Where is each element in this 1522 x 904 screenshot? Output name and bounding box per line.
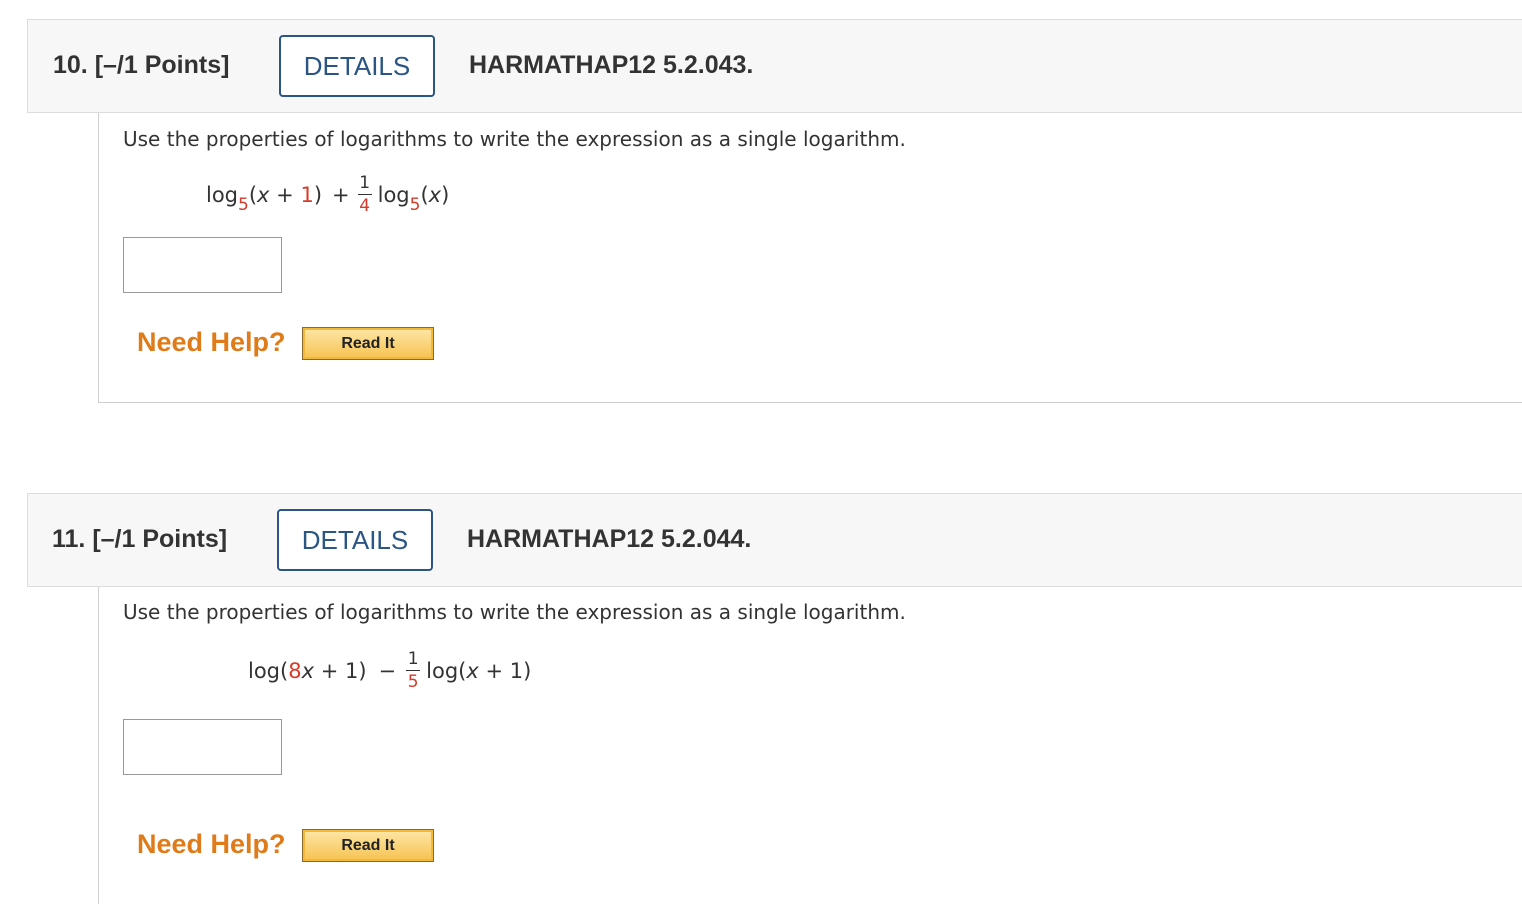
need-help-label: Need Help?: [137, 327, 286, 357]
operator: −: [378, 658, 397, 683]
log-term: log(8x + 1): [248, 658, 367, 683]
need-help-label: Need Help?: [137, 829, 286, 859]
log-term: log5(x + 1): [206, 182, 323, 215]
question-body: Use the properties of logarithms to writ…: [98, 113, 1522, 403]
fraction: 1 4: [357, 173, 372, 216]
question-header: 11. [–/1 Points] DETAILS HARMATHAP12 5.2…: [27, 493, 1522, 587]
math-expression: log5(x + 1) + 1 4 log5(x): [206, 173, 449, 216]
operator: +: [332, 182, 350, 207]
answer-input[interactable]: [123, 719, 282, 775]
details-button[interactable]: DETAILS: [277, 509, 433, 571]
question-number-points: 11. [–/1 Points]: [52, 525, 228, 553]
log-term: log5(x): [377, 182, 450, 215]
math-expression: log(8x + 1) − 1 5 log(x + 1): [248, 649, 531, 692]
question-header: 10. [–/1 Points] DETAILS HARMATHAP12 5.2…: [27, 19, 1522, 113]
fraction: 1 5: [406, 649, 421, 692]
question-code: HARMATHAP12 5.2.044.: [467, 525, 752, 553]
question-number-points: 10. [–/1 Points]: [53, 51, 230, 79]
read-it-button[interactable]: Read It: [302, 829, 434, 862]
log-term: log(x + 1): [426, 658, 532, 683]
question-prompt: Use the properties of logarithms to writ…: [123, 127, 906, 151]
read-it-button[interactable]: Read It: [302, 327, 434, 360]
question-prompt: Use the properties of logarithms to writ…: [123, 600, 906, 624]
details-button[interactable]: DETAILS: [279, 35, 435, 97]
answer-input[interactable]: [123, 237, 282, 293]
question-code: HARMATHAP12 5.2.043.: [469, 51, 754, 79]
question-body: Use the properties of logarithms to writ…: [98, 587, 1522, 904]
